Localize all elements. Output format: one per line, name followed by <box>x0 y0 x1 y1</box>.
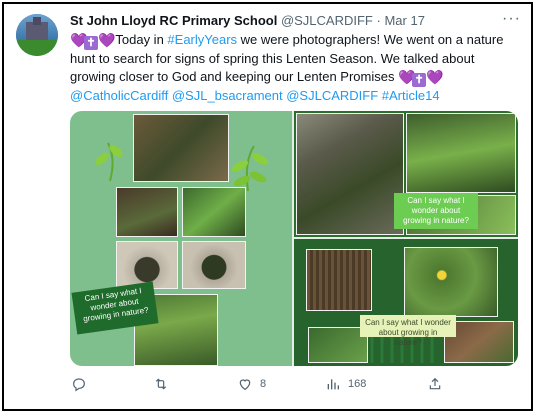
cross-icon: ✝ <box>84 36 98 50</box>
tweet-header: St John Lloyd RC Primary School @SJLCARD… <box>70 13 425 28</box>
photo-collage-left[interactable]: Can I say what I wonder about growing in… <box>70 111 292 366</box>
photo-collage-top-right[interactable]: Can I say what I wonder about growing in… <box>294 111 518 237</box>
photo-planter <box>182 241 246 289</box>
tweet-text: 💜✝ 💜 Today in #EarlyYears we were photogr… <box>70 31 520 105</box>
reply-icon <box>70 376 88 392</box>
author-handle[interactable]: @SJLCARDIFF <box>281 13 373 28</box>
like-count: 8 <box>260 378 267 390</box>
analytics-icon <box>324 376 342 392</box>
tweet-actions: 8 168 <box>70 376 450 394</box>
tweet-date[interactable]: Mar 17 <box>384 13 424 28</box>
photo-plants <box>296 113 404 235</box>
views-button[interactable]: 168 <box>324 376 366 392</box>
mention-link[interactable]: @CatholicCardiff <box>70 88 168 103</box>
mention-link[interactable]: @SJLCARDIFF <box>286 88 378 103</box>
purple-heart-icon: 💜 <box>98 32 116 48</box>
photo-collage-bottom-right[interactable]: Can I say what I wonder about growing in… <box>294 239 518 366</box>
views-count: 168 <box>348 378 367 390</box>
purple-heart-icon: 💜 <box>398 69 416 85</box>
photo-plants <box>133 114 229 182</box>
tweet-card[interactable]: St John Lloyd RC Primary School @SJLCARD… <box>2 2 533 411</box>
reply-button[interactable] <box>70 376 94 392</box>
note-label: Can I say what I wonder about growing in… <box>394 193 478 229</box>
purple-heart-icon: 💜 <box>426 69 444 85</box>
purple-heart-icon: 💜 <box>70 32 88 48</box>
photo-plants <box>182 187 246 237</box>
retweet-button[interactable] <box>152 376 176 392</box>
photo-plants <box>116 187 178 237</box>
tweet-text-part: Today in <box>112 32 168 47</box>
retweet-icon <box>152 376 170 392</box>
hashtag-link[interactable]: #Article14 <box>382 88 440 103</box>
tweet-media[interactable]: Can I say what I wonder about growing in… <box>70 111 518 366</box>
share-button[interactable] <box>426 376 444 392</box>
separator: · <box>376 13 381 28</box>
hashtag-link[interactable]: #EarlyYears <box>167 32 237 47</box>
heart-icon <box>236 376 254 392</box>
note-label: Can I say what I wonder about growing in… <box>360 315 456 347</box>
like-button[interactable]: 8 <box>236 376 266 392</box>
share-icon <box>426 376 444 392</box>
avatar[interactable] <box>16 14 58 56</box>
cross-icon: ✝ <box>412 73 427 87</box>
mention-link[interactable]: @SJL_bsacrament <box>172 88 283 103</box>
author-name[interactable]: St John Lloyd RC Primary School <box>70 13 277 28</box>
more-options-icon[interactable]: ··· <box>502 10 521 28</box>
photo-plants <box>406 113 516 193</box>
